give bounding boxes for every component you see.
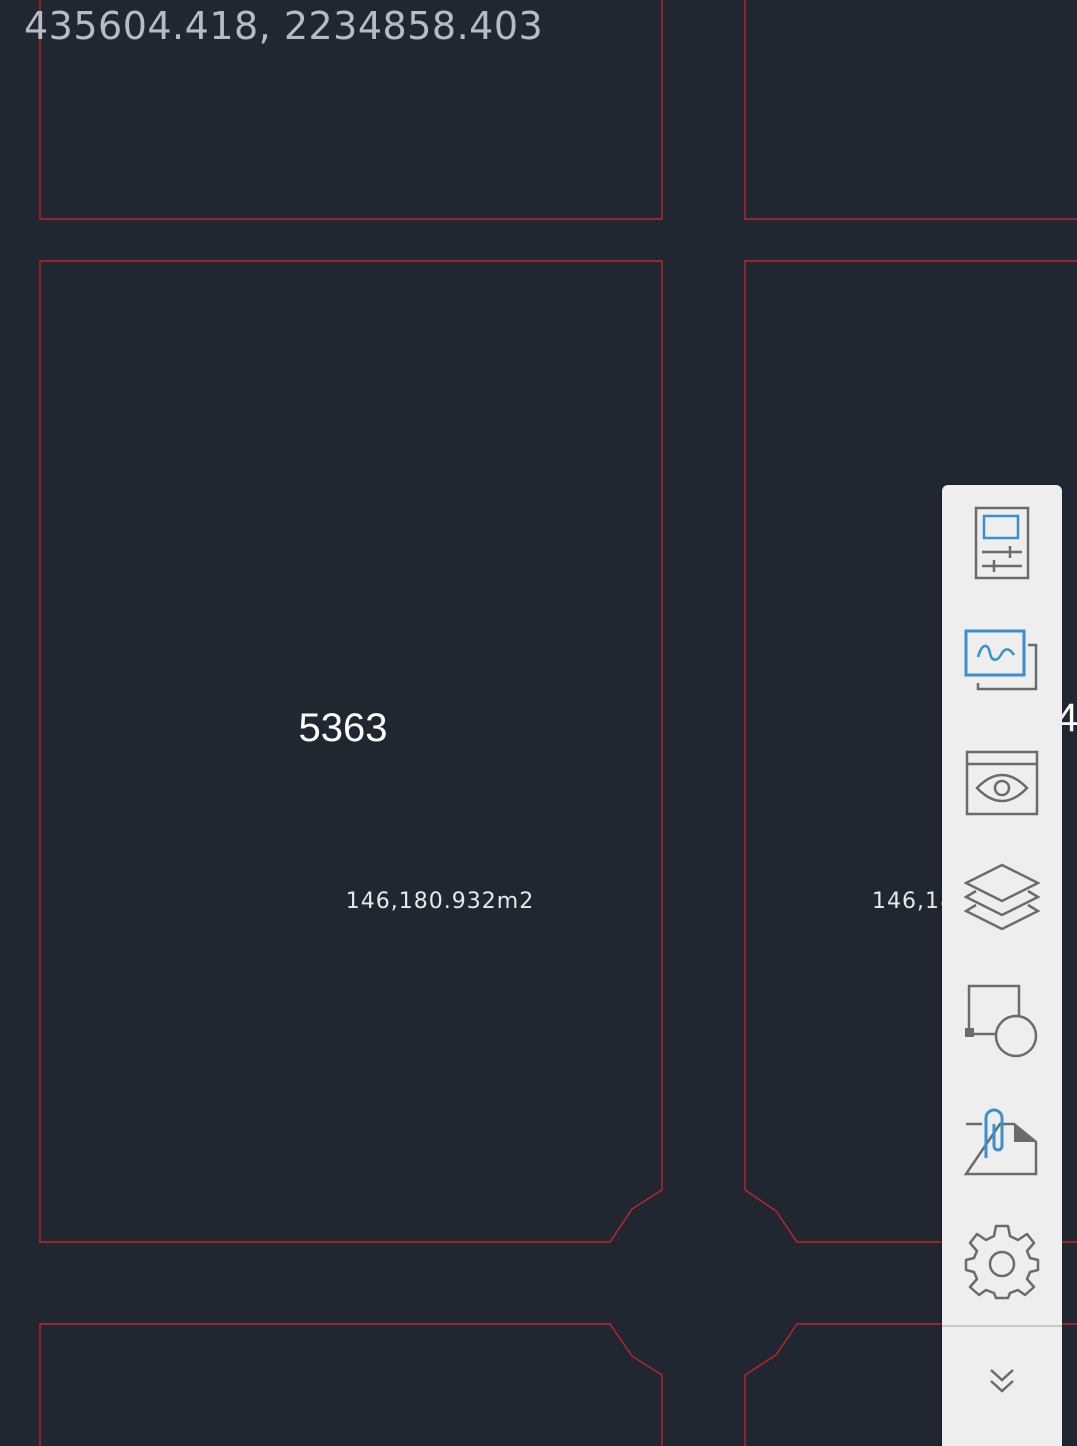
cad-drawing[interactable]: 5363 146,180.932m2 4 146,18 xyxy=(0,0,1077,1446)
parcel-boundary xyxy=(39,1323,663,1446)
drawing-canvas[interactable]: 5363 146,180.932m2 4 146,18 435604.418, … xyxy=(0,0,1077,1446)
attachments-button[interactable] xyxy=(942,1090,1062,1200)
sheets-icon xyxy=(964,629,1040,698)
sheets-button[interactable] xyxy=(942,608,1062,718)
toolbar-divider xyxy=(942,1325,1062,1327)
side-toolbar xyxy=(942,485,1062,1446)
parcel-id-label: 5363 xyxy=(299,706,388,750)
expand-toolbar-button[interactable] xyxy=(942,1333,1062,1433)
expand-more-icon xyxy=(987,1366,1017,1401)
layers-icon xyxy=(963,863,1041,942)
properties-button[interactable] xyxy=(942,490,1062,600)
view-icon xyxy=(965,750,1039,821)
parcel-boundary xyxy=(39,260,663,1243)
draw-shapes-icon xyxy=(964,984,1040,1065)
properties-icon xyxy=(974,506,1030,585)
settings-button[interactable] xyxy=(942,1209,1062,1319)
parcel-boundary xyxy=(744,0,1077,220)
parcel-area-label: 146,180.932m2 xyxy=(346,889,534,914)
draw-shapes-button[interactable] xyxy=(942,969,1062,1079)
coordinate-readout: 435604.418, 2234858.403 xyxy=(24,4,544,48)
attachments-icon xyxy=(963,1108,1040,1183)
view-button[interactable] xyxy=(942,730,1062,840)
layers-button[interactable] xyxy=(942,847,1062,957)
settings-icon xyxy=(964,1224,1040,1305)
